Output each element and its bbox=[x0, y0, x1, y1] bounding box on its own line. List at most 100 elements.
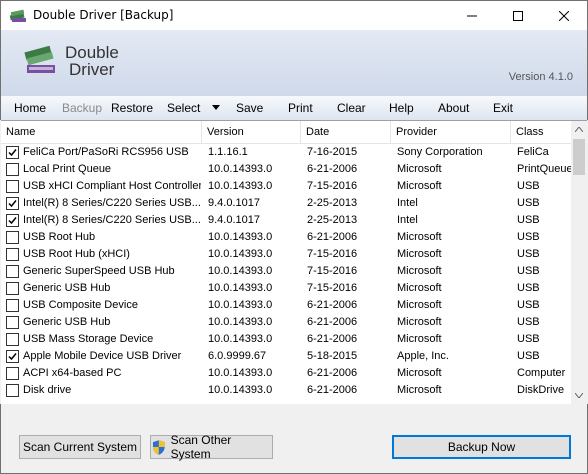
minimize-button[interactable] bbox=[449, 1, 495, 31]
scan-current-system-label: Scan Current System bbox=[22, 440, 138, 454]
column-header-provider[interactable]: Provider bbox=[391, 121, 511, 143]
driver-date: 7-16-2015 bbox=[307, 146, 358, 158]
table-row[interactable]: Local Print Queue 10.0.14393.0 6-21-2006 Mi… bbox=[1, 161, 571, 178]
row-checkbox[interactable] bbox=[6, 265, 19, 278]
driver-name: USB Root Hub (xHCI) bbox=[23, 248, 130, 260]
scroll-thumb[interactable] bbox=[573, 139, 585, 175]
driver-version: 6.0.9999.67 bbox=[208, 350, 267, 362]
menu-print[interactable]: Print bbox=[288, 101, 313, 115]
menu-restore[interactable]: Restore bbox=[111, 101, 153, 115]
driver-provider: Microsoft bbox=[397, 367, 442, 379]
table-row[interactable]: Intel(R) 8 Series/C220 Series USB... 9.4.… bbox=[1, 195, 571, 212]
driver-class: USB bbox=[517, 350, 540, 362]
table-row[interactable]: USB xHCI Compliant Host Controller 10.0.1… bbox=[1, 178, 571, 195]
driver-provider: Microsoft bbox=[397, 299, 442, 311]
driver-date: 7-15-2016 bbox=[307, 282, 358, 294]
shield-icon bbox=[152, 439, 165, 455]
menu-help[interactable]: Help bbox=[389, 101, 414, 115]
table-row[interactable]: ACPI x64-based PC 10.0.14393.0 6-21-2006 Mi… bbox=[1, 365, 571, 382]
maximize-button[interactable] bbox=[495, 1, 541, 31]
backup-now-button[interactable]: Backup Now bbox=[392, 435, 571, 459]
table-row[interactable]: FeliCa Port/PaSoRi RCS956 USB 1.1.16.1 7-1… bbox=[1, 144, 571, 161]
table-row[interactable]: Apple Mobile Device USB Driver 6.0.9999.6… bbox=[1, 348, 571, 365]
table-row[interactable]: USB Root Hub 10.0.14393.0 6-21-2006 Microso… bbox=[1, 229, 571, 246]
row-checkbox[interactable] bbox=[6, 333, 19, 346]
table-row[interactable]: Generic SuperSpeed USB Hub 10.0.14393.0 7-… bbox=[1, 263, 571, 280]
driver-provider: Microsoft bbox=[397, 333, 442, 345]
driver-list[interactable]: Name Version Date Provider Class FeliCa … bbox=[1, 120, 587, 405]
driver-date: 6-21-2006 bbox=[307, 299, 358, 311]
table-row[interactable]: USB Root Hub (xHCI) 10.0.14393.0 7-15-2016… bbox=[1, 246, 571, 263]
row-checkbox[interactable] bbox=[6, 282, 19, 295]
row-checkbox[interactable] bbox=[6, 146, 19, 159]
menu-save[interactable]: Save bbox=[236, 101, 263, 115]
driver-version: 10.0.14393.0 bbox=[208, 299, 273, 311]
driver-provider: Microsoft bbox=[397, 384, 442, 396]
driver-provider: Microsoft bbox=[397, 231, 442, 243]
vertical-scrollbar[interactable] bbox=[571, 121, 587, 404]
driver-name: Apple Mobile Device USB Driver bbox=[23, 350, 182, 362]
dropdown-arrow-icon[interactable] bbox=[212, 105, 220, 110]
checkmark-icon bbox=[8, 353, 17, 361]
driver-name: Intel(R) 8 Series/C220 Series USB... bbox=[23, 214, 201, 226]
table-row[interactable]: USB Composite Device 10.0.14393.0 6-21-200… bbox=[1, 297, 571, 314]
table-row[interactable]: Disk drive 10.0.14393.0 6-21-2006 Microsoft… bbox=[1, 382, 571, 399]
table-row[interactable]: Generic USB Hub 10.0.14393.0 7-15-2016 Micr… bbox=[1, 280, 571, 297]
row-checkbox[interactable] bbox=[6, 197, 19, 210]
driver-name: USB xHCI Compliant Host Controller bbox=[23, 180, 201, 192]
column-header-version[interactable]: Version bbox=[202, 121, 301, 143]
driver-name: Disk drive bbox=[23, 384, 72, 396]
driver-date: 6-21-2006 bbox=[307, 231, 358, 243]
column-header-date[interactable]: Date bbox=[301, 121, 391, 143]
driver-name: Generic SuperSpeed USB Hub bbox=[23, 265, 175, 277]
driver-version: 10.0.14393.0 bbox=[208, 231, 273, 243]
scroll-up-button[interactable] bbox=[571, 121, 587, 138]
driver-class: USB bbox=[517, 316, 540, 328]
version-label: Version 4.1.0 bbox=[508, 71, 573, 83]
menu-bar: Home Backup Restore Select Save Print Cl… bbox=[0, 96, 588, 120]
close-button[interactable] bbox=[541, 1, 587, 31]
driver-provider: Sony Corporation bbox=[397, 146, 483, 158]
driver-class: USB bbox=[517, 333, 540, 345]
menu-about[interactable]: About bbox=[438, 101, 469, 115]
row-checkbox[interactable] bbox=[6, 384, 19, 397]
title-bar: Double Driver [Backup] bbox=[0, 0, 588, 30]
app-icon bbox=[9, 9, 26, 22]
menu-exit[interactable]: Exit bbox=[493, 101, 513, 115]
scan-other-system-button[interactable]: Scan Other System bbox=[150, 433, 273, 461]
app-header: Double Driver Version 4.1.0 bbox=[0, 30, 588, 96]
row-checkbox[interactable] bbox=[6, 214, 19, 227]
table-row[interactable]: Generic USB Hub 10.0.14393.0 6-21-2006 Micr… bbox=[1, 314, 571, 331]
row-checkbox[interactable] bbox=[6, 350, 19, 363]
scroll-down-button[interactable] bbox=[571, 387, 587, 404]
column-header-name[interactable]: Name bbox=[1, 121, 202, 143]
row-checkbox[interactable] bbox=[6, 180, 19, 193]
driver-provider: Microsoft bbox=[397, 180, 442, 192]
driver-version: 10.0.14393.0 bbox=[208, 384, 273, 396]
menu-home[interactable]: Home bbox=[14, 101, 46, 115]
logo-text: Double Driver bbox=[65, 44, 119, 78]
row-checkbox[interactable] bbox=[6, 163, 19, 176]
menu-clear[interactable]: Clear bbox=[337, 101, 366, 115]
scan-current-system-button[interactable]: Scan Current System bbox=[19, 435, 141, 459]
row-checkbox[interactable] bbox=[6, 367, 19, 380]
row-checkbox[interactable] bbox=[6, 231, 19, 244]
checkmark-icon bbox=[8, 217, 17, 225]
column-header-class[interactable]: Class bbox=[511, 121, 571, 143]
table-row[interactable]: Intel(R) 8 Series/C220 Series USB... 9.4.… bbox=[1, 212, 571, 229]
logo-line-2: Driver bbox=[69, 60, 115, 79]
driver-version: 10.0.14393.0 bbox=[208, 316, 273, 328]
driver-date: 7-15-2016 bbox=[307, 180, 358, 192]
driver-version: 1.1.16.1 bbox=[208, 146, 248, 158]
row-checkbox[interactable] bbox=[6, 316, 19, 329]
driver-version: 10.0.14393.0 bbox=[208, 367, 273, 379]
driver-name: Local Print Queue bbox=[23, 163, 112, 175]
menu-backup: Backup bbox=[62, 101, 103, 115]
menu-select[interactable]: Select bbox=[167, 101, 200, 115]
table-row[interactable]: USB Mass Storage Device 10.0.14393.0 6-21-… bbox=[1, 331, 571, 348]
row-checkbox[interactable] bbox=[6, 299, 19, 312]
driver-provider: Intel bbox=[397, 197, 418, 209]
driver-class: PrintQueue bbox=[517, 163, 571, 175]
driver-name: FeliCa Port/PaSoRi RCS956 USB bbox=[23, 146, 189, 158]
row-checkbox[interactable] bbox=[6, 248, 19, 261]
